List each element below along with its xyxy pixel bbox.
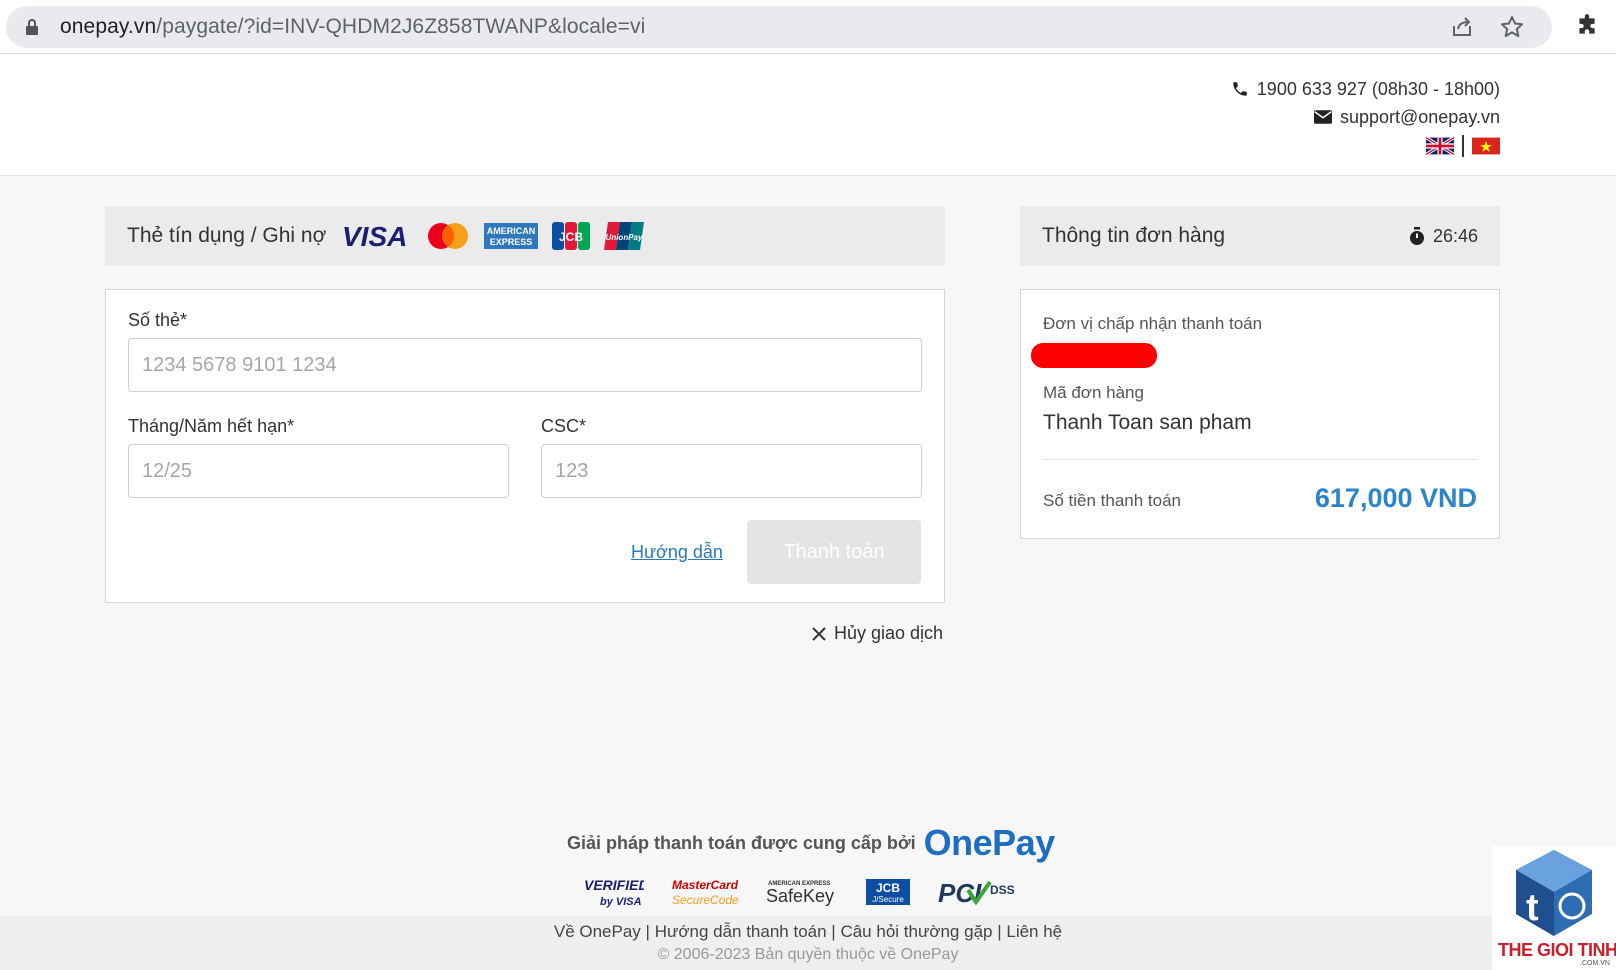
amount-label: Số tiền thanh toán (1043, 491, 1182, 510)
order-id-label: Mã đơn hàng (1043, 383, 1144, 402)
order-panel-header: Thông tin đơn hàng 26:46 (1020, 206, 1500, 266)
card-brand-logos: VISA AMERICAN EXPRESS JCB UnionPay (342, 222, 645, 250)
site-header: 1900 633 927 (08h30 - 18h00) support@one… (0, 55, 1616, 176)
order-id-value: Thanh Toan san pham (1043, 411, 1252, 434)
pci-dss-badge-icon: PCI DSS (938, 878, 1015, 908)
contact-info: 1900 633 927 (08h30 - 18h00) support@one… (1231, 75, 1500, 157)
guide-link[interactable]: Hướng dẫn (631, 542, 723, 563)
amount-value: 617,000 VND (1314, 483, 1477, 513)
cube-logo-icon: t (1516, 850, 1592, 936)
footer-link-payment-guide[interactable]: Hướng dẫn thanh toán (655, 922, 827, 941)
svg-text:EXPRESS: EXPRESS (490, 237, 533, 247)
watermark: t THE GIOI TINHOC .COM.VN (1492, 846, 1616, 970)
svg-text:J/Secure: J/Secure (872, 895, 904, 904)
url-text[interactable]: onepay.vn/paygate/?id=INV-QHDM2J6Z858TWA… (60, 15, 645, 39)
watermark-subtext: .COM.VN (1580, 960, 1610, 967)
verified-by-visa-badge-icon: VERIFIED by VISA (584, 877, 644, 908)
jcb-logo-icon: JCB (552, 222, 591, 250)
visa-logo-icon: VISA (342, 222, 407, 250)
phone-icon (1233, 82, 1247, 96)
mastercard-logo-icon (428, 223, 469, 249)
watermark-text: THE GIOI TINHOC (1498, 940, 1616, 960)
svg-text:t: t (1526, 887, 1539, 929)
cancel-label: Hủy giao dịch (834, 623, 944, 643)
svg-text:SafeKey: SafeKey (766, 886, 834, 906)
browser-toolbar: onepay.vn/paygate/?id=INV-QHDM2J6Z858TWA… (0, 0, 1616, 54)
amex-logo-icon: AMERICANEXPRESS (484, 223, 539, 249)
svg-text:DSS: DSS (990, 883, 1015, 897)
english-flag-icon[interactable] (1426, 137, 1454, 155)
phone-number[interactable]: 1900 633 927 (08h30 - 18h00) (1257, 79, 1500, 100)
svg-text:AMERICAN: AMERICAN (487, 226, 536, 236)
order-divider (1043, 459, 1477, 460)
lock-icon[interactable] (26, 19, 38, 35)
mastercard-securecode-badge-icon: MasterCard.SecureCode. (672, 878, 738, 907)
svg-text:SecureCode.: SecureCode. (672, 893, 738, 907)
envelope-icon (1313, 110, 1332, 124)
footer-link-faq[interactable]: Câu hỏi thường gặp (840, 922, 992, 941)
provided-by-text: Giải pháp thanh toán được cung cấp bởi (567, 832, 916, 853)
svg-text:VERIFIED: VERIFIED (584, 877, 644, 893)
csc-label: CSC* (541, 416, 587, 436)
share-icon[interactable] (1450, 15, 1474, 39)
amex-safekey-badge-icon: AMERICAN EXPRESSSafeKey (766, 881, 834, 906)
merchant-label: Đơn vị chấp nhận thanh toán (1043, 314, 1263, 333)
card-panel-title: Thẻ tín dụng / Ghi nợ (127, 224, 327, 247)
card-form: Số thẻ* Tháng/Năm hết hạn* CSC* Hướng dẫ… (105, 289, 945, 603)
close-icon (812, 626, 826, 641)
bookmark-star-icon[interactable] (1500, 15, 1524, 39)
svg-text:MasterCard.: MasterCard. (672, 878, 738, 892)
card-number-label: Số thẻ* (128, 310, 188, 330)
svg-text:JCB: JCB (559, 230, 583, 244)
expiry-input[interactable] (128, 444, 509, 498)
jcb-jsecure-badge-icon: JCBJ/Secure (866, 879, 910, 905)
card-number-input[interactable] (128, 338, 922, 392)
cancel-transaction-button[interactable]: Hủy giao dịch (812, 623, 943, 644)
stopwatch-icon (1409, 226, 1424, 245)
timer-value: 26:46 (1432, 225, 1478, 246)
vietnam-flag-icon[interactable] (1472, 137, 1500, 155)
footer-links: Về OnePay | Hướng dẫn thanh toán | Câu h… (553, 922, 1063, 941)
order-panel-title: Thông tin đơn hàng (1042, 224, 1226, 247)
csc-input[interactable] (541, 444, 922, 498)
pay-button[interactable]: Thanh toán (747, 520, 921, 584)
support-email[interactable]: support@onepay.vn (1340, 107, 1500, 128)
copyright: © 2006-2023 Bản quyền thuộc về OnePay (657, 946, 959, 963)
footer-link-contact[interactable]: Liên hệ (1006, 922, 1062, 941)
svg-text:JCB: JCB (876, 881, 900, 895)
svg-text:UnionPay: UnionPay (606, 233, 643, 242)
countdown-timer: 26:46 (1409, 226, 1478, 247)
footer-link-about[interactable]: Về OnePay (554, 922, 641, 941)
provided-by: Giải pháp thanh toán được cung cấp bởi O… (567, 822, 1055, 864)
expiry-label: Tháng/Năm hết hạn* (128, 416, 295, 436)
order-details: Đơn vị chấp nhận thanh toán Mã đơn hàng … (1020, 289, 1500, 539)
flag-separator (1462, 135, 1464, 157)
address-bar[interactable]: onepay.vn/paygate/?id=INV-QHDM2J6Z858TWA… (6, 6, 1552, 48)
unionpay-logo-icon: UnionPay (604, 222, 645, 250)
redacted-merchant-name (1031, 343, 1157, 368)
svg-text:by VISA: by VISA (600, 896, 642, 908)
security-badges: VERIFIED by VISA MasterCard. SecureCode. A… (582, 875, 1018, 909)
extensions-puzzle-icon[interactable] (1574, 13, 1600, 39)
svg-text:VISA: VISA (342, 222, 407, 250)
card-panel-header: Thẻ tín dụng / Ghi nợ VISA AMERICAN EXPRE… (105, 206, 945, 266)
onepay-logo: OnePay (923, 822, 1056, 863)
